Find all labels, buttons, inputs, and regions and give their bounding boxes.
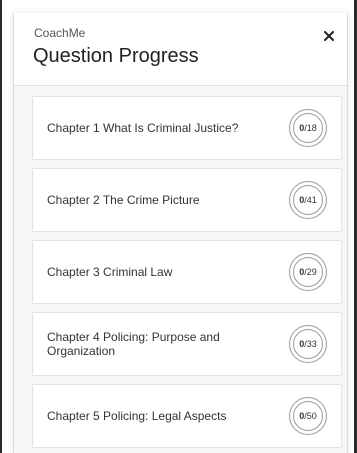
total-count: /41 [304, 195, 317, 205]
panel-header: CoachMe Question Progress [14, 13, 347, 86]
chapter-item[interactable]: Chapter 5 Policing: Legal Aspects 0/50 [32, 384, 342, 448]
progress-ring: 0/29 [288, 252, 328, 292]
progress-ring: 0/50 [288, 396, 328, 436]
chapter-list: Chapter 1 What Is Criminal Justice? 0/18… [14, 86, 347, 453]
chapter-label: Chapter 5 Policing: Legal Aspects [47, 409, 227, 423]
close-button[interactable] [320, 27, 338, 45]
page-title: Question Progress [33, 45, 199, 67]
chapter-label: Chapter 1 What Is Criminal Justice? [47, 121, 239, 135]
total-count: /18 [304, 123, 317, 133]
chapter-label: Chapter 4 Policing: Purpose and Organiza… [47, 330, 220, 358]
close-icon [324, 31, 334, 41]
window-border-left [0, 0, 2, 453]
progress-count: 0/29 [288, 252, 328, 292]
progress-count: 0/41 [288, 180, 328, 220]
chapter-item[interactable]: Chapter 4 Policing: Purpose and Organiza… [32, 312, 342, 376]
total-count: /29 [304, 267, 317, 277]
chapter-item[interactable]: Chapter 2 The Crime Picture 0/41 [32, 168, 342, 232]
progress-ring: 0/18 [288, 108, 328, 148]
total-count: /33 [304, 339, 317, 349]
progress-ring: 0/41 [288, 180, 328, 220]
chapter-item[interactable]: Chapter 1 What Is Criminal Justice? 0/18 [32, 96, 342, 160]
chapter-item[interactable]: Chapter 3 Criminal Law 0/29 [32, 240, 342, 304]
progress-count: 0/50 [288, 396, 328, 436]
progress-ring: 0/33 [288, 324, 328, 364]
question-progress-panel: CoachMe Question Progress Chapter 1 What… [13, 13, 348, 453]
app-name: CoachMe [34, 26, 86, 40]
chapter-label: Chapter 2 The Crime Picture [47, 193, 200, 207]
progress-count: 0/33 [288, 324, 328, 364]
progress-count: 0/18 [288, 108, 328, 148]
app-window: CoachMe Question Progress Chapter 1 What… [0, 0, 357, 453]
chapter-label: Chapter 3 Criminal Law [47, 265, 173, 279]
total-count: /50 [304, 411, 317, 421]
